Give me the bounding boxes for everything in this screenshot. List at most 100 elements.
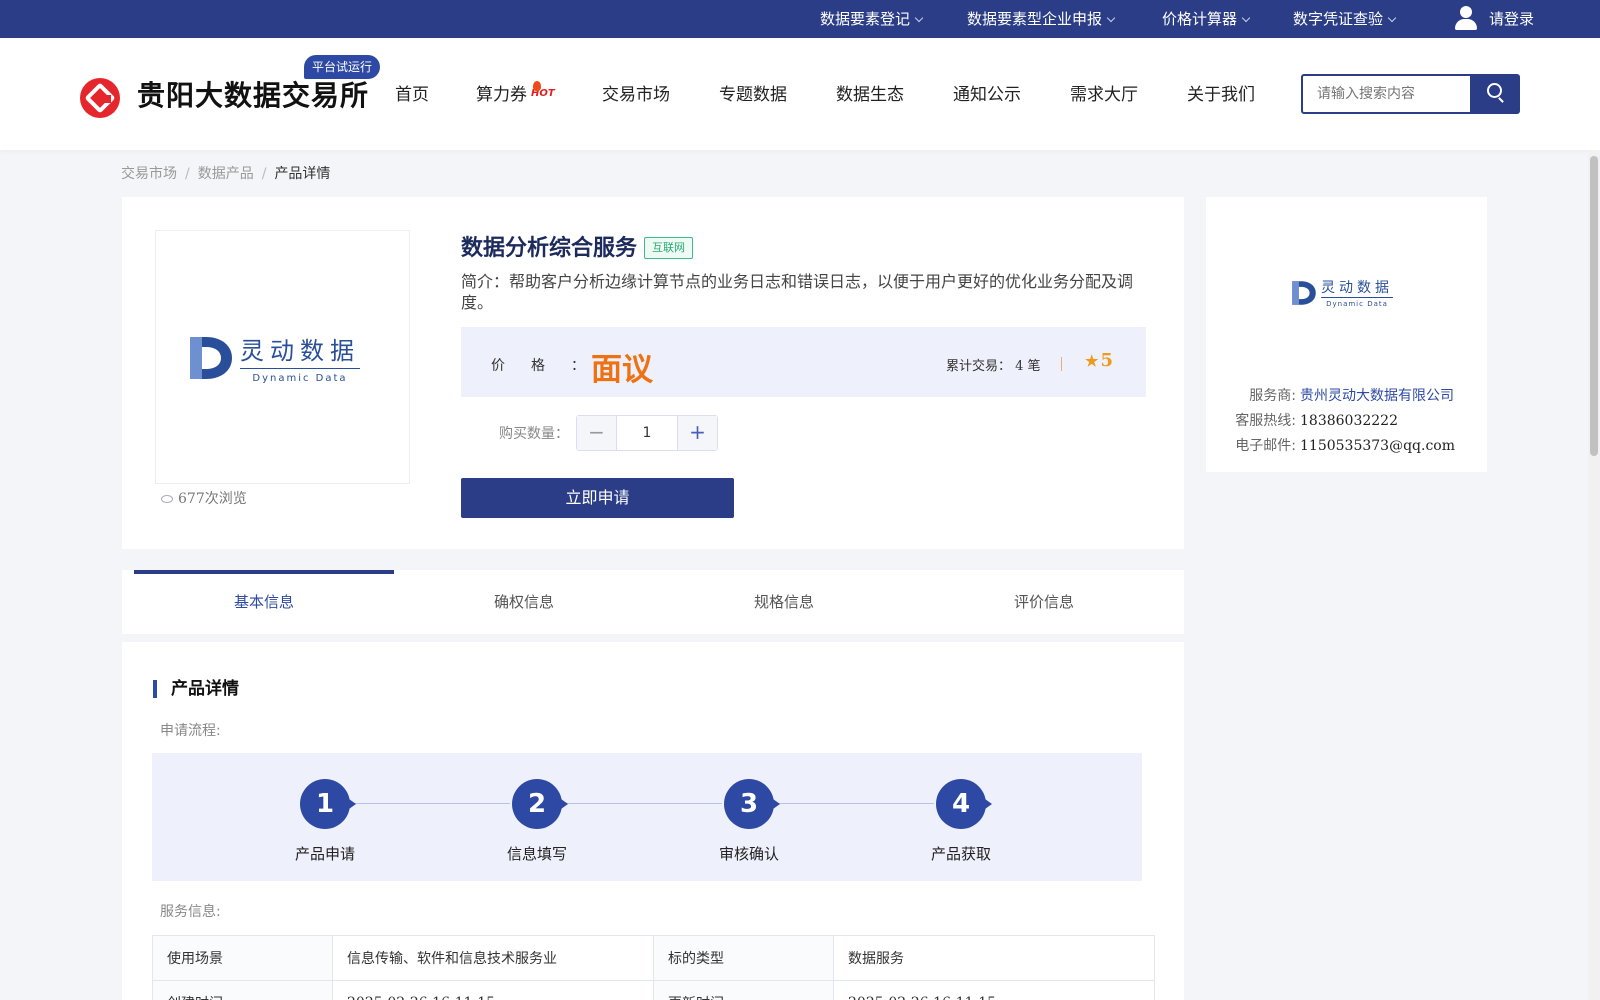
- step-number: 3: [724, 779, 780, 829]
- nav-topic-data[interactable]: 专题数据: [719, 80, 787, 105]
- rating-value: 5: [1100, 350, 1113, 371]
- topbar-enterprise-declaration[interactable]: 数据要素型企业申报: [967, 0, 1116, 38]
- rating: ★ 5: [1085, 350, 1113, 371]
- eye-icon: [161, 495, 173, 503]
- quantity-value[interactable]: 1: [618, 416, 676, 450]
- scrollbar-thumb[interactable]: [1590, 156, 1598, 456]
- nav-about-us[interactable]: 关于我们: [1187, 80, 1255, 105]
- nav-data-ecosystem[interactable]: 数据生态: [836, 80, 904, 105]
- star-icon: ★: [1085, 352, 1099, 370]
- breadcrumb-trading-market[interactable]: 交易市场: [121, 166, 177, 182]
- product-card: 灵动数据 Dynamic Data 677次浏览 数据分析综合服务 互联网 简介…: [122, 197, 1184, 549]
- flow-connector: [562, 803, 722, 804]
- industry-tag: 互联网: [644, 237, 693, 259]
- site-header: 贵阳大数据交易所 平台试运行 首页 算力券 HOT 交易市场 专题数据 数据生态…: [0, 38, 1600, 150]
- topbar-certificate-check[interactable]: 数字凭证查验: [1293, 0, 1397, 38]
- breadcrumb: 交易市场 / 数据产品 / 产品详情: [121, 166, 331, 182]
- email-key: 电子邮件:: [1235, 438, 1296, 454]
- topbar-label: 数据要素登记: [820, 10, 911, 28]
- table-row: 使用场景 信息传输、软件和信息技术服务业 标的类型 数据服务: [152, 935, 1155, 981]
- topbar-label: 数字凭证查验: [1293, 10, 1384, 28]
- email-row: 电子邮件: 1150535373@qq.com: [1226, 435, 1455, 455]
- flow-connector: [774, 803, 934, 804]
- application-flow: 1 产品申请 2 信息填写 3 审核确认 4 产品获取: [152, 753, 1142, 881]
- top-bar: 数据要素登记 数据要素型企业申报 价格计算器 数字凭证查验 请登录: [0, 0, 1600, 38]
- site-logo-text[interactable]: 贵阳大数据交易所: [137, 74, 369, 114]
- provider-key: 服务商:: [1249, 388, 1296, 404]
- chevron-down-icon: [1106, 13, 1116, 23]
- view-count-text: 677次浏览: [178, 491, 247, 507]
- topbar-label: 数据要素型企业申报: [967, 10, 1103, 28]
- flow-connector: [350, 803, 510, 804]
- step-label: 产品申请: [294, 845, 355, 863]
- search-input[interactable]: [1303, 76, 1471, 112]
- nav-notices[interactable]: 通知公示: [953, 80, 1021, 105]
- trade-count: 累计交易： 4 笔: [946, 359, 1041, 374]
- tab-rights-info[interactable]: 确权信息: [394, 570, 654, 634]
- price-value: 面议: [591, 352, 653, 388]
- brand-d-icon: [1292, 280, 1316, 305]
- step-number: 4: [936, 779, 992, 829]
- topbar-price-calculator[interactable]: 价格计算器: [1162, 0, 1251, 38]
- step-label: 产品获取: [930, 845, 991, 863]
- product-detail-section: 产品详情 申请流程: 1 产品申请 2 信息填写 3 审核确认 4 产品获取 服…: [122, 642, 1184, 1000]
- step-label: 审核确认: [718, 845, 779, 863]
- chevron-down-icon: [1241, 13, 1251, 23]
- hotline-row: 客服热线: 18386032222: [1226, 410, 1398, 430]
- price-box: 价格： 面议 累计交易： 4 笔 ★ 5: [461, 327, 1146, 397]
- section-title: 产品详情: [153, 680, 239, 698]
- provider-logo: 灵动数据 Dynamic Data: [1291, 277, 1393, 308]
- flow-label: 申请流程:: [160, 723, 221, 739]
- topbar-data-registration[interactable]: 数据要素登记: [820, 0, 924, 38]
- step-number: 2: [512, 779, 568, 829]
- provider-card: 灵动数据 Dynamic Data 服务商: 贵州灵动大数据有限公司 客服热线: 1…: [1206, 197, 1487, 472]
- breadcrumb-data-products[interactable]: 数据产品: [198, 166, 254, 182]
- table-value: 2025-02-26 16:11:15: [332, 980, 654, 1000]
- step-number: 1: [300, 779, 356, 829]
- login-link[interactable]: 请登录: [1489, 0, 1534, 38]
- brand-logo: 灵动数据 Dynamic Data: [188, 331, 360, 384]
- tab-spec-info[interactable]: 规格信息: [654, 570, 914, 634]
- quantity-stepper: − 1 +: [576, 415, 718, 451]
- trial-badge: 平台试运行: [304, 55, 381, 79]
- email-value: 1150535373@qq.com: [1300, 438, 1455, 454]
- decrement-button[interactable]: −: [577, 416, 617, 450]
- user-icon[interactable]: [1455, 6, 1477, 30]
- apply-now-button[interactable]: 立即申请: [461, 478, 734, 518]
- breadcrumb-current: 产品详情: [274, 166, 331, 182]
- table-key: 使用场景: [152, 935, 333, 981]
- search-button[interactable]: [1470, 74, 1520, 114]
- nav-trading-market[interactable]: 交易市场: [602, 80, 670, 105]
- chevron-down-icon: [1387, 13, 1397, 23]
- detail-tabs: 基本信息 确权信息 规格信息 评价信息: [122, 570, 1184, 634]
- logo-icon[interactable]: [80, 78, 120, 118]
- product-title: 数据分析综合服务: [461, 235, 638, 261]
- table-row: 创建时间 2025-02-26 16:11:15 更新时间 2025-02-26…: [152, 980, 1155, 1000]
- provider-row: 服务商: 贵州灵动大数据有限公司: [1226, 385, 1454, 405]
- service-info-label: 服务信息:: [160, 904, 221, 920]
- quantity-label: 购买数量：: [499, 426, 569, 442]
- increment-button[interactable]: +: [677, 416, 717, 450]
- nav-demand-hall[interactable]: 需求大厅: [1070, 80, 1138, 105]
- table-key: 标的类型: [653, 935, 834, 981]
- chevron-down-icon: [914, 13, 924, 23]
- tab-review-info[interactable]: 评价信息: [914, 570, 1174, 634]
- tab-basic-info[interactable]: 基本信息: [134, 570, 394, 634]
- provider-company-link[interactable]: 贵州灵动大数据有限公司: [1300, 388, 1454, 404]
- hot-badge: HOT: [531, 81, 555, 99]
- hotline-value: 18386032222: [1300, 413, 1398, 429]
- product-intro: 简介：帮助客户分析边缘计算节点的业务日志和错误日志，以便于用户更好的优化业务分配…: [461, 272, 1134, 312]
- search-icon: [1487, 83, 1502, 98]
- table-value: 2025-02-26 16:11:15: [833, 980, 1155, 1000]
- provider-brand-en: Dynamic Data: [1326, 300, 1388, 308]
- page-scrollbar[interactable]: [1588, 150, 1600, 1000]
- brand-d-icon: [190, 336, 232, 379]
- table-value: 信息传输、软件和信息技术服务业: [332, 935, 654, 981]
- nav-home[interactable]: 首页: [395, 80, 429, 105]
- provider-brand-cn: 灵动数据: [1321, 277, 1393, 298]
- brand-name-en: Dynamic Data: [252, 373, 348, 384]
- view-count: 677次浏览: [161, 488, 247, 508]
- nav-compute-voucher[interactable]: 算力券: [476, 80, 527, 105]
- service-info-table: 使用场景 信息传输、软件和信息技术服务业 标的类型 数据服务 创建时间 2025…: [152, 935, 1155, 1000]
- table-key: 创建时间: [152, 980, 333, 1000]
